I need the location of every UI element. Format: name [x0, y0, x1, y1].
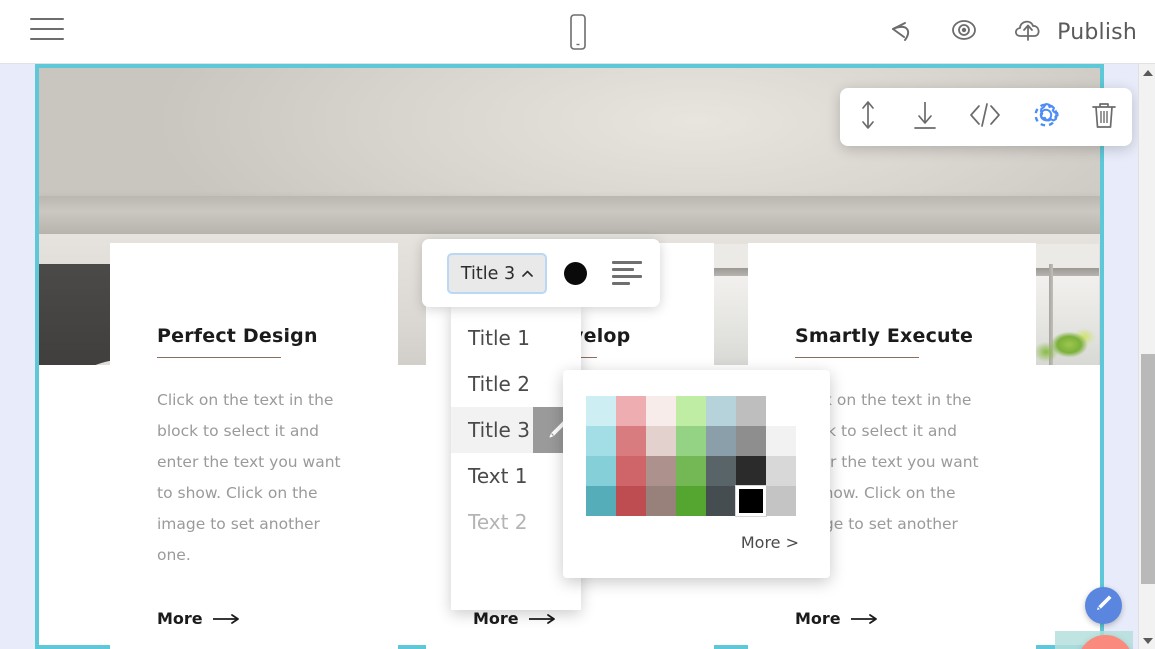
align-line	[612, 282, 630, 285]
color-swatch[interactable]	[586, 456, 616, 486]
hero-soffit	[39, 196, 1100, 234]
hamburger-line	[30, 38, 64, 40]
color-swatch[interactable]	[766, 456, 796, 486]
top-bar-actions: Publish	[880, 10, 1137, 55]
text-style-value: Title 3	[461, 264, 515, 284]
feature-card-title: Perfect Design	[157, 325, 351, 347]
color-swatch[interactable]	[646, 456, 676, 486]
color-swatch[interactable]	[706, 456, 736, 486]
hamburger-menu-icon[interactable]	[30, 18, 64, 46]
color-swatch[interactable]	[586, 486, 616, 516]
color-swatch[interactable]	[646, 396, 676, 426]
style-option-title-3[interactable]: Title 3	[451, 407, 581, 453]
style-option-label: Title 3	[468, 418, 530, 442]
editor-canvas: Perfect Design Click on the text in the …	[0, 64, 1155, 649]
color-swatch[interactable]	[736, 456, 766, 486]
style-option-label: Text 1	[468, 464, 528, 488]
color-swatch[interactable]	[616, 456, 646, 486]
arrow-right-icon	[529, 613, 557, 625]
color-swatch[interactable]	[736, 396, 766, 426]
vertical-scrollbar[interactable]	[1138, 64, 1155, 649]
more-label: More	[157, 609, 203, 628]
color-swatch[interactable]	[646, 426, 676, 456]
mobile-device-icon[interactable]	[562, 13, 594, 51]
hamburger-line	[30, 18, 64, 20]
arrow-right-icon	[851, 613, 879, 625]
color-picker-popover: More >	[563, 370, 830, 578]
undo-arrow-icon[interactable]	[880, 10, 920, 55]
color-swatch-grid	[586, 396, 796, 516]
more-link[interactable]: More	[473, 609, 557, 628]
style-option-label: Title 1	[468, 326, 530, 350]
color-swatch[interactable]	[766, 396, 796, 426]
app-top-bar: Publish	[0, 0, 1155, 64]
align-justify-icon[interactable]	[612, 261, 642, 285]
scrollbar-thumb[interactable]	[1141, 354, 1155, 584]
color-more-link[interactable]: More >	[741, 533, 799, 552]
title-underline	[157, 357, 281, 358]
feature-card[interactable]: Perfect Design Click on the text in the …	[110, 243, 398, 649]
style-option-label: Title 2	[468, 372, 530, 396]
color-swatch[interactable]	[676, 426, 706, 456]
color-swatch[interactable]	[736, 426, 766, 456]
gear-settings-icon[interactable]	[1030, 98, 1062, 137]
text-color-swatch-button[interactable]	[564, 262, 587, 285]
move-vertical-icon[interactable]	[853, 98, 883, 137]
fab-edit-button[interactable]	[1085, 587, 1122, 624]
caret-up-icon	[522, 265, 533, 283]
arrow-right-icon	[213, 613, 241, 625]
publish-button[interactable]: Publish	[1008, 10, 1137, 55]
code-icon[interactable]	[967, 98, 1003, 137]
scroll-up-arrow-icon[interactable]	[1139, 64, 1155, 81]
block-action-toolbar	[840, 88, 1132, 146]
color-swatch[interactable]	[616, 486, 646, 516]
scroll-up-triangle	[1143, 70, 1153, 76]
more-label: More	[473, 609, 519, 628]
feature-card-title: Smartly Execute	[795, 325, 989, 347]
more-link[interactable]: More	[795, 609, 879, 628]
color-swatch[interactable]	[766, 486, 796, 516]
cloud-upload-icon	[1008, 10, 1048, 55]
align-line	[612, 275, 642, 278]
color-swatch[interactable]	[706, 396, 736, 426]
color-swatch[interactable]	[586, 426, 616, 456]
style-option-title-1[interactable]: Title 1	[451, 315, 581, 361]
align-line	[612, 268, 634, 271]
color-swatch[interactable]	[676, 486, 706, 516]
more-link[interactable]: More	[157, 609, 241, 628]
style-option-text-1[interactable]: Text 1	[451, 453, 581, 499]
color-swatch[interactable]	[616, 426, 646, 456]
scroll-down-triangle	[1143, 638, 1153, 644]
style-option-text-2[interactable]: Text 2	[451, 499, 581, 545]
more-label: More	[795, 609, 841, 628]
text-style-select[interactable]: Title 3	[447, 253, 547, 294]
hamburger-line	[30, 28, 64, 30]
scroll-down-arrow-icon[interactable]	[1139, 632, 1155, 649]
style-option-title-2[interactable]: Title 2	[451, 361, 581, 407]
style-option-label: Text 2	[468, 510, 528, 534]
title-underline	[795, 357, 919, 358]
eye-preview-icon[interactable]	[944, 10, 984, 55]
color-swatch[interactable]	[586, 396, 616, 426]
color-swatch[interactable]	[616, 396, 646, 426]
feature-card-content: Perfect Design Click on the text in the …	[110, 243, 398, 571]
color-swatch[interactable]	[736, 486, 766, 516]
color-swatch[interactable]	[646, 486, 676, 516]
align-line	[612, 261, 642, 264]
download-icon[interactable]	[910, 98, 940, 137]
publish-label: Publish	[1057, 20, 1137, 45]
text-style-dropdown-menu: Title 1 Title 2 Title 3 Text 1 Text 2	[451, 305, 581, 610]
color-swatch[interactable]	[706, 486, 736, 516]
trash-delete-icon[interactable]	[1089, 98, 1119, 137]
text-format-toolbar: Title 3	[422, 239, 660, 307]
color-swatch[interactable]	[676, 396, 706, 426]
pencil-edit-icon	[1093, 592, 1115, 619]
color-swatch[interactable]	[766, 426, 796, 456]
feature-card-body: Click on the text in the block to select…	[157, 385, 353, 571]
color-swatch[interactable]	[706, 426, 736, 456]
color-swatch[interactable]	[676, 456, 706, 486]
